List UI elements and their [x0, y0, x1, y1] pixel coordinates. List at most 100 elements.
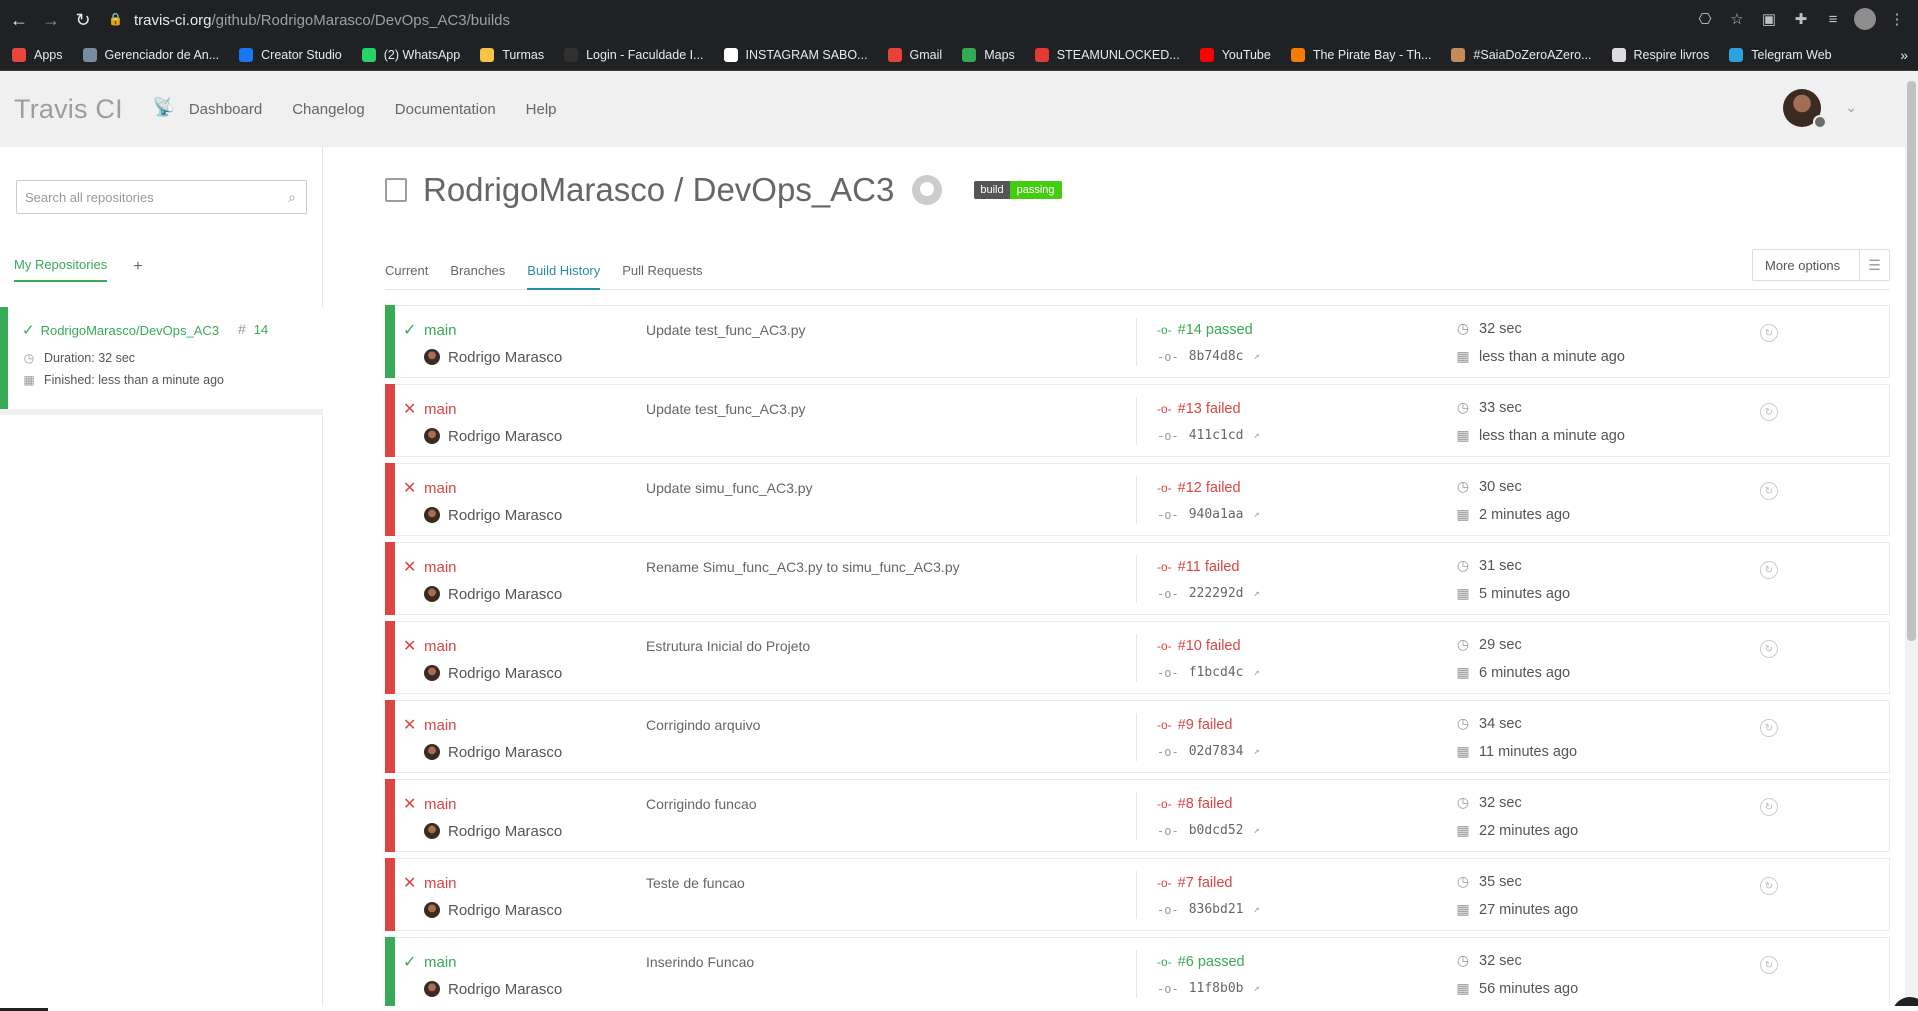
bookmarks-overflow-icon[interactable]: » [1900, 47, 1908, 63]
restart-build-icon[interactable]: ↻ [1760, 403, 1778, 421]
build-row[interactable]: ✕ main Rodrigo Marasco Corrigindo funcao -o-… [385, 779, 1890, 852]
sidebar-repo-link[interactable]: ✓ RodrigoMarasco/DevOps_AC3 [22, 321, 219, 339]
restart-build-icon[interactable]: ↻ [1760, 798, 1778, 816]
commit-sha-link[interactable]: -o-b0dcd52 ↗ [1157, 823, 1260, 838]
bookmark-item[interactable]: #SaiaDoZeroAZero... [1451, 48, 1592, 62]
sidebar-repo-card[interactable]: ✓ RodrigoMarasco/DevOps_AC3 #14 ◷ Duratio… [0, 307, 323, 415]
chevron-down-icon[interactable]: ⌄ [1845, 99, 1857, 116]
build-number-link[interactable]: -o- #7 failed [1157, 875, 1233, 891]
commit-sha-link[interactable]: -o- 11f8b0b ↗ [1157, 981, 1260, 996]
puzzle-icon[interactable]: ✚ [1790, 8, 1812, 30]
forward-icon[interactable]: → [38, 7, 64, 33]
commit-sha-link[interactable]: -o- 8b74d8c ↗ [1157, 349, 1260, 364]
reload-icon[interactable]: ↻ [70, 7, 96, 33]
branch-name[interactable]: main [424, 638, 457, 655]
commit-message[interactable]: Update test_func_AC3.py [646, 322, 806, 338]
nav-link-dashboard[interactable]: Dashboard [189, 101, 262, 118]
branch-name[interactable]: main [424, 401, 457, 418]
build-number-link[interactable]: -o- #6 passed [1157, 954, 1245, 970]
build-number-link[interactable]: -o- #12 failed [1157, 480, 1241, 496]
bookmark-item[interactable]: Gerenciador de An... [82, 48, 219, 62]
branch-name[interactable]: main [424, 480, 457, 497]
commit-sha-link[interactable]: -o- 222292d ↗ [1157, 586, 1260, 601]
travis-logo[interactable]: Travis CI [14, 94, 123, 125]
bookmark-item[interactable]: Respire livros [1611, 48, 1709, 62]
build-row[interactable]: ✕ main Rodrigo Marasco Corrigindo arquivo -o… [385, 700, 1890, 773]
sidebar-build-number[interactable]: #14 [238, 321, 268, 337]
restart-build-icon[interactable]: ↻ [1760, 482, 1778, 500]
nav-link-help[interactable]: Help [526, 101, 557, 118]
search-input[interactable]: Search all repositories ⌕ [16, 180, 307, 214]
commit-message[interactable]: Corrigindo funcao [646, 796, 757, 812]
extension-icon[interactable]: ▣ [1758, 8, 1780, 30]
build-row[interactable]: ✓ main Rodrigo Marasco Inserindo Funcao -o- #… [385, 937, 1890, 1010]
tab-branches[interactable]: Branches [450, 251, 505, 290]
restart-build-icon[interactable]: ↻ [1760, 877, 1778, 895]
tab-build-history[interactable]: Build History [527, 251, 601, 290]
bookmark-item[interactable]: (2) WhatsApp [361, 48, 460, 62]
branch-name[interactable]: main [424, 954, 457, 971]
bookmark-item[interactable]: Turmas [480, 48, 544, 62]
tab-my-repositories[interactable]: My Repositories [14, 257, 108, 282]
commit-message[interactable]: Estrutura Inicial do Projeto [646, 638, 810, 654]
bookmark-item[interactable]: STEAMUNLOCKED... [1034, 48, 1180, 62]
build-row[interactable]: ✕ main Rodrigo Marasco Teste de funcao -o- #7… [385, 858, 1890, 931]
tab-pull-requests[interactable]: Pull Requests [622, 251, 702, 290]
branch-name[interactable]: main [424, 559, 457, 576]
build-number-link[interactable]: -o- #14 passed [1157, 322, 1253, 338]
star-icon[interactable]: ☆ [1726, 8, 1748, 30]
antenna-icon[interactable]: 📡 [153, 97, 177, 121]
build-number-link[interactable]: -o- #9 failed [1157, 717, 1233, 733]
restart-build-icon[interactable]: ↻ [1760, 640, 1778, 658]
bookmark-item[interactable]: YouTube [1199, 48, 1271, 62]
build-row[interactable]: ✓ main Rodrigo Marasco Update test_func_AC3… [385, 305, 1890, 378]
commit-message[interactable]: Update simu_func_AC3.py [646, 480, 813, 496]
commit-message[interactable]: Corrigindo arquivo [646, 717, 760, 733]
branch-name[interactable]: main [424, 875, 457, 892]
bookmark-item[interactable]: INSTAGRAM SABO... [723, 48, 868, 62]
commit-sha-link[interactable]: -o- 836bd21 ↗ [1157, 902, 1260, 917]
bookmark-item[interactable]: Gmail [887, 48, 942, 62]
bookmark-item[interactable]: Telegram Web [1729, 48, 1832, 62]
commit-message[interactable]: Inserindo Funcao [646, 954, 754, 970]
build-number-link[interactable]: -o- #11 failed [1157, 559, 1239, 575]
build-number-link[interactable]: -o- #13 failed [1157, 401, 1241, 417]
bookmark-item[interactable]: Maps [962, 48, 1015, 62]
commit-sha-link[interactable]: -o- 02d7834 ↗ [1157, 744, 1260, 759]
build-status-badge[interactable]: build passing [974, 181, 1062, 199]
tab-current[interactable]: Current [385, 251, 428, 290]
build-row[interactable]: ✕ main Rodrigo Marasco Estrutura Inicial do… [385, 621, 1890, 694]
bookmark-item[interactable]: Login - Faculdade I... [564, 48, 704, 62]
commit-sha-link[interactable]: -o- 940a1aa ↗ [1157, 507, 1260, 522]
translate-icon[interactable]: ⎔ [1694, 8, 1716, 30]
scrollbar-thumb[interactable] [1907, 81, 1916, 641]
commit-message[interactable]: Teste de funcao [646, 875, 745, 891]
nav-link-documentation[interactable]: Documentation [395, 101, 496, 118]
commit-message[interactable]: Rename Simu_func_AC3.py to simu_func_AC3… [646, 559, 960, 575]
restart-build-icon[interactable]: ↻ [1760, 956, 1778, 974]
profile-avatar[interactable] [1854, 8, 1876, 30]
more-options-button[interactable]: More options ☰ [1752, 249, 1890, 281]
add-repository-button[interactable]: + [133, 258, 142, 276]
restart-build-icon[interactable]: ↻ [1760, 324, 1778, 342]
media-icon[interactable]: ≡ [1822, 8, 1844, 30]
menu-icon[interactable]: ⋮ [1886, 8, 1908, 30]
restart-build-icon[interactable]: ↻ [1760, 561, 1778, 579]
bookmark-item[interactable]: Apps [12, 48, 63, 62]
restart-build-icon[interactable]: ↻ [1760, 719, 1778, 737]
build-row[interactable]: ✕ main Rodrigo Marasco Update test_func_AC3… [385, 384, 1890, 457]
nav-link-changelog[interactable]: Changelog [292, 101, 365, 118]
commit-sha-link[interactable]: -o-f1bcd4c ↗ [1157, 665, 1260, 680]
bookmark-item[interactable]: Creator Studio [239, 48, 342, 62]
branch-name[interactable]: main [424, 796, 457, 813]
build-row[interactable]: ✕ main Rodrigo Marasco Update simu_func_AC3… [385, 463, 1890, 536]
bookmark-item[interactable]: The Pirate Bay - Th... [1290, 48, 1431, 62]
scrollbar[interactable] [1905, 71, 1918, 1011]
address-bar[interactable]: 🔒 travis-ci.org /github/RodrigoMarasco/D… [108, 6, 1768, 34]
build-number-link[interactable]: -o- #10 failed [1157, 638, 1241, 654]
branch-name[interactable]: main [424, 322, 457, 339]
commit-sha-link[interactable]: -o- 411c1cd ↗ [1157, 428, 1260, 443]
build-row[interactable]: ✕ main Rodrigo Marasco Rename Simu_func_AC3… [385, 542, 1890, 615]
commit-message[interactable]: Update test_func_AC3.py [646, 401, 806, 417]
back-icon[interactable]: ← [6, 7, 32, 33]
